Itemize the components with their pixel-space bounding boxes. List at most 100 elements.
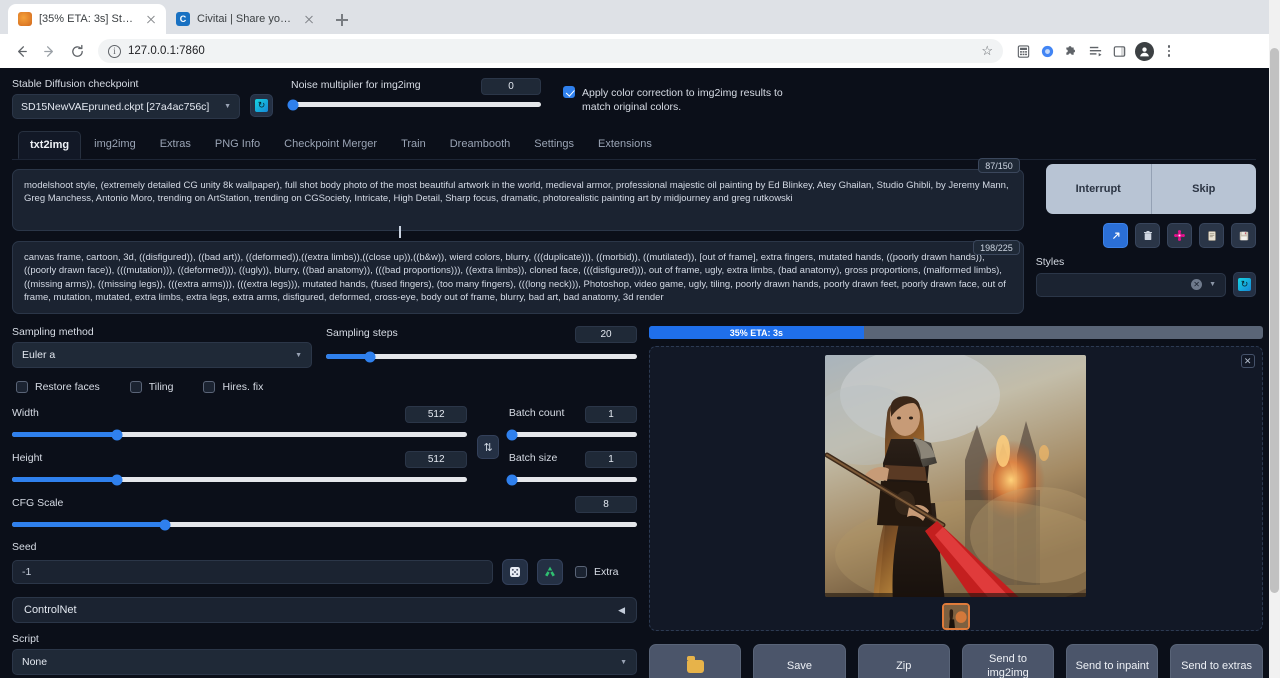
skip-button[interactable]: Skip [1151,164,1257,214]
arrow-paste-icon[interactable] [1103,223,1128,248]
noise-value-input[interactable]: 0 [481,78,541,95]
sampling-method-dropdown[interactable]: Euler a ▼ [12,342,312,368]
styles-select[interactable]: ✕ ▼ [1036,273,1226,297]
puzzle-extension-icon[interactable] [1063,43,1080,60]
trash-clear-icon[interactable] [1135,223,1160,248]
sampling-steps-slider[interactable] [326,354,637,359]
kebab-menu-icon[interactable] [1161,45,1177,57]
refresh-checkpoints-button[interactable]: ↻ [250,94,273,117]
interrupt-button[interactable]: Interrupt [1046,164,1151,214]
forward-arrow-icon[interactable] [36,38,62,64]
tab-extras[interactable]: Extras [149,131,202,159]
generated-image[interactable] [825,355,1086,597]
main-tabs: txt2img img2img Extras PNG Info Checkpoi… [12,131,1256,160]
checkpoint-dropdown[interactable]: SD15NewVAEpruned.ckpt [27a4ac756c] ▼ [12,94,240,119]
refresh-styles-button[interactable]: ↻ [1233,272,1256,297]
tab-checkpoint-merger[interactable]: Checkpoint Merger [273,131,388,159]
circle-extension-icon[interactable] [1039,43,1056,60]
chevron-left-icon: ◀ [618,605,625,616]
height-input[interactable]: 512 [405,451,467,468]
tab-dreambooth[interactable]: Dreambooth [439,131,522,159]
cfg-scale-slider[interactable] [12,522,637,527]
omnibox-actions: ☆ [981,43,993,59]
calculator-icon[interactable] [1015,43,1032,60]
clear-x-icon[interactable]: ✕ [1191,279,1202,290]
color-correction-checkbox[interactable] [563,86,575,98]
hires-fix-checkbox-row[interactable]: Hires. fix [203,381,263,393]
batch-count-input[interactable]: 1 [585,406,637,423]
tiling-checkbox-row[interactable]: Tiling [130,381,174,393]
browser-chrome: [35% ETA: 3s] Stable Diffusion Civitai |… [0,0,1280,68]
restore-faces-checkbox[interactable] [16,381,28,393]
new-tab-button[interactable] [328,6,356,34]
recycle-icon [543,565,557,579]
extra-seed-checkbox-row[interactable]: Extra [575,566,619,578]
browser-tab-1[interactable]: Civitai | Share your models [166,4,324,34]
prompt-tool-icons [1036,223,1256,248]
controlnet-accordion[interactable]: ControlNet ◀ [12,597,637,623]
width-input[interactable]: 512 [405,406,467,423]
reuse-seed-button[interactable] [537,559,563,585]
close-icon[interactable]: ✕ [1241,354,1255,368]
save-style-icon[interactable] [1231,223,1256,248]
profile-avatar-icon[interactable] [1135,42,1154,61]
script-label: Script [12,633,637,645]
negative-prompt-input[interactable]: canvas frame, cartoon, 3d, ((disfigured)… [12,241,1024,314]
tiling-checkbox[interactable] [130,381,142,393]
browser-tab-0[interactable]: [35% ETA: 3s] Stable Diffusion [8,4,166,34]
tab-txt2img[interactable]: txt2img [18,131,81,159]
tab-img2img[interactable]: img2img [83,131,147,159]
tab-extensions[interactable]: Extensions [587,131,663,159]
extra-seed-checkbox[interactable] [575,566,587,578]
progress-bar: 35% ETA: 3s [649,326,1263,339]
save-button[interactable]: Save [753,644,845,678]
width-slider[interactable] [12,432,467,437]
positive-prompt-input[interactable]: modelshoot style, (extremely detailed CG… [12,169,1024,231]
site-info-icon[interactable] [108,45,121,58]
chevron-down-icon[interactable]: ▼ [1209,281,1216,288]
close-icon[interactable] [302,12,316,26]
batch-count-slider[interactable] [509,432,637,437]
url-text: 127.0.0.1:7860 [128,45,205,57]
hires-fix-checkbox[interactable] [203,381,215,393]
script-dropdown[interactable]: None ▼ [12,649,637,675]
restore-faces-checkbox-row[interactable]: Restore faces [16,381,100,393]
sampling-steps-input[interactable]: 20 [575,326,637,343]
open-folder-button[interactable] [649,644,741,678]
address-bar[interactable]: 127.0.0.1:7860 ☆ [98,39,1003,63]
back-arrow-icon[interactable] [8,38,34,64]
send-to-img2img-button[interactable]: Send to img2img [962,644,1054,678]
height-slider[interactable] [12,477,467,482]
color-correction-checkbox-row[interactable]: Apply color correction to img2img result… [563,86,797,114]
send-to-inpaint-button[interactable]: Send to inpaint [1066,644,1158,678]
page-scrollbar[interactable] [1269,0,1280,678]
close-icon[interactable] [144,12,158,26]
prompt-area: 87/150 modelshoot style, (extremely deta… [12,169,1024,314]
sampling-row: Sampling method Euler a ▼ Sampling steps… [12,326,637,368]
palette-style-icon[interactable] [1167,223,1192,248]
seed-input[interactable]: -1 [12,560,493,584]
swap-dimensions-icon[interactable]: ⇅ [477,435,499,459]
cfg-scale-input[interactable]: 8 [575,496,637,513]
chevron-down-icon: ▼ [224,103,231,110]
zip-button[interactable]: Zip [858,644,950,678]
gallery-thumbnail[interactable] [942,603,970,630]
reading-list-icon[interactable] [1087,43,1104,60]
random-seed-button[interactable] [502,559,528,585]
tab-train[interactable]: Train [390,131,437,159]
seed-label: Seed [12,541,637,553]
reload-icon[interactable] [64,38,90,64]
progress-text: 35% ETA: 3s [649,328,864,338]
noise-slider[interactable] [291,102,541,107]
notepad-apply-style-icon[interactable] [1199,223,1224,248]
main-columns: Sampling method Euler a ▼ Sampling steps… [12,326,1256,678]
sidepanel-icon[interactable] [1111,43,1128,60]
browser-navbar: 127.0.0.1:7860 ☆ [0,34,1280,68]
batch-size-input[interactable]: 1 [585,451,637,468]
batch-size-slider[interactable] [509,477,637,482]
bookmark-star-icon[interactable]: ☆ [981,43,993,59]
tab-settings[interactable]: Settings [523,131,585,159]
tab-png-info[interactable]: PNG Info [204,131,271,159]
scrollbar-thumb[interactable] [1270,48,1279,593]
send-to-extras-button[interactable]: Send to extras [1170,644,1262,678]
